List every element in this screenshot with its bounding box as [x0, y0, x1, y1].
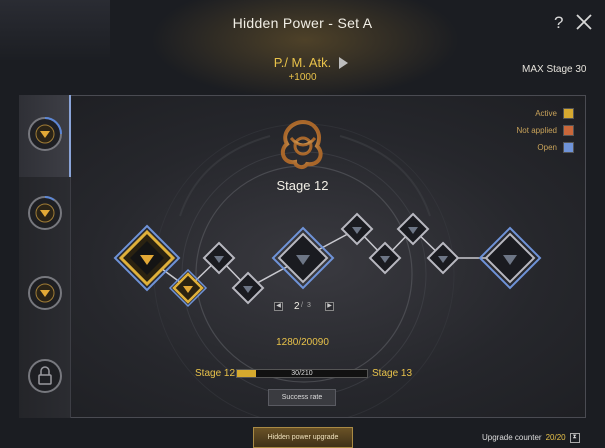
- pager-separator: /: [301, 302, 303, 309]
- pager-total: 3: [307, 302, 311, 309]
- tree-node-active-large[interactable]: [113, 224, 181, 292]
- tree-node-open-large[interactable]: [478, 226, 542, 290]
- progress-stage-to: Stage 13: [372, 368, 413, 379]
- pager-next-button[interactable]: ▶: [325, 302, 334, 311]
- hidden-power-upgrade-button[interactable]: Hidden power upgrade: [253, 427, 353, 448]
- pager-prev-button[interactable]: ◀: [274, 302, 283, 311]
- experience-value: 1280/20090: [276, 337, 329, 348]
- upgrade-counter-label: Upgrade counter: [482, 433, 542, 443]
- hourglass-icon[interactable]: ⧗: [569, 433, 580, 443]
- stage-progress-bar: 30/210: [236, 369, 368, 378]
- pager-current: 2: [294, 301, 300, 312]
- progress-stage-from: Stage 12: [195, 368, 236, 379]
- upgrade-counter-value: 20/20: [545, 433, 566, 443]
- skill-tree: [113, 212, 542, 308]
- success-rate-button[interactable]: Success rate: [268, 389, 336, 406]
- tree-pager: ◀ 2 / 3 ▶: [270, 301, 340, 314]
- upgrade-counter: Upgrade counter 20/20 ⧗: [482, 433, 580, 443]
- tree-node-open-large[interactable]: [271, 226, 335, 290]
- stage-progress-text: 30/210: [291, 370, 313, 377]
